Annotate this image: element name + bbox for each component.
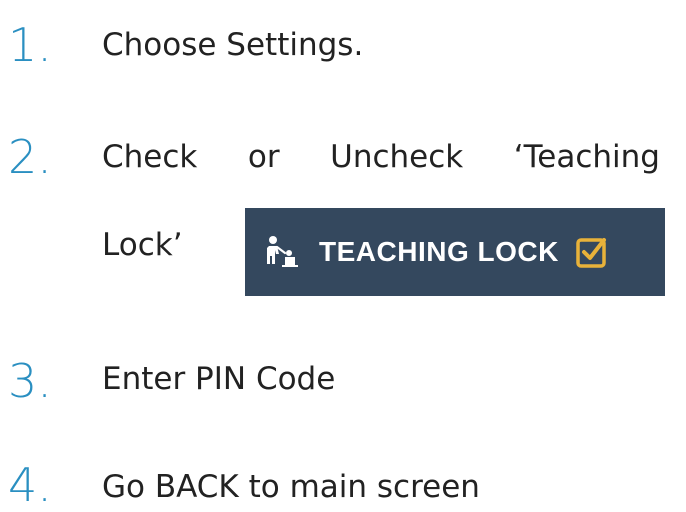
step-text-4: Go BACK to main screen — [102, 469, 480, 505]
step-text-3: Enter PIN Code — [102, 361, 336, 397]
step-text-2-line-2: Lock’ — [102, 227, 183, 263]
step-2-word: or — [247, 139, 280, 175]
step-number-1: 1. — [8, 18, 52, 72]
checked-box-icon — [576, 238, 606, 268]
step-text-2-line-1: Check or Uncheck ‘Teaching — [102, 142, 660, 173]
step-number-2: 2. — [8, 130, 52, 184]
step-2-word: Uncheck — [330, 139, 464, 175]
step-number-4: 4. — [8, 458, 52, 512]
teaching-lock-badge: TEACHING LOCK — [245, 208, 665, 296]
badge-label: TEACHING LOCK — [319, 236, 559, 267]
step-2-word: Check — [102, 139, 198, 175]
step-number-3: 3. — [8, 354, 52, 408]
teacher-icon — [267, 236, 298, 267]
step-2-word: ‘Teaching — [513, 139, 660, 175]
step-text-1: Choose Settings. — [102, 27, 364, 63]
